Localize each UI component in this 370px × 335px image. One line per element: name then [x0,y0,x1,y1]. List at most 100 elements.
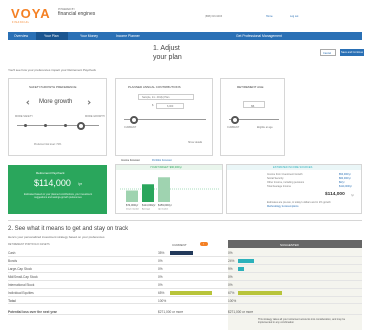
adjust-title-line1: 1. Adjust [153,45,180,52]
income-source-label: Other Income, including pensions [267,181,305,184]
asset-name: Mid/Small-Cap Stock [8,275,38,279]
contribution-amount: 6,000 [167,105,174,108]
asset-suggested-percent: 9% [228,267,233,271]
alert-badge[interactable]: ! [200,242,208,246]
tab-overview[interactable]: Overview [14,34,28,38]
asset-current-percent: 0% [158,259,163,263]
contrib-header: PLANNED ANNUAL CONTRIBUTIONS [128,85,181,89]
plan-select-label: Sample, Inc. 401(k) Plan [142,96,170,99]
asset-name: Large-Cap Stock [8,267,32,271]
asset-row: Mid/Small-Cap Stock 0% 0% [8,274,362,281]
asset-row: International Stock 0% 0% [8,282,362,289]
contrib-slider-handle[interactable] [129,115,138,124]
growth-tick [24,124,27,127]
row-divider [8,264,362,265]
asset-current-percent: 65% [158,291,165,295]
current-column-header: CURRENT [172,243,187,247]
track-subtitle: Here's your personalized investment stra… [8,235,105,239]
methodology-link[interactable]: Methodology & Assumptions [267,205,299,208]
growth-value: More growth [39,99,73,105]
age-header: RETIREMENT AGE [237,85,264,89]
growth-right-label: MORE GROWTH [85,115,105,118]
age-slider-handle[interactable] [231,115,239,124]
income-source-value: $54,000/yr [339,173,351,176]
suggested-allocation-bar [238,291,282,295]
income-source-label: Income from Investment Growth [267,173,303,176]
forecast-chart: $74,000/yrDown market$114,000/yrAverage $… [120,177,220,211]
tab-your-plan[interactable]: Your Plan [44,34,59,38]
forecast-bar-label: $114,000/yr [142,203,156,207]
paycheck-amount: $114,000 [34,178,71,188]
suggested-column-header: SUGGESTED [280,243,299,247]
tab-income-forecast[interactable]: Income Forecast [121,159,140,162]
contribution-amount-input[interactable]: 6,000 [156,103,184,109]
growth-tick [44,124,47,127]
suggested-allocation-bar [238,267,244,271]
retirement-age-input[interactable]: 66 [243,101,265,108]
income-source-label: Total Average Income [267,185,291,188]
save-continue-button[interactable]: Save and Continue [340,49,364,56]
forecast-bar[interactable] [158,177,170,202]
row-divider [8,288,362,289]
track-title: 2. See what it means to get and stay on … [8,226,129,232]
main-nav: Overview Your Plan Your Money Income Pla… [8,32,362,40]
asset-suggested-percent: 0% [228,251,233,255]
asset-current-percent: 0% [158,267,163,271]
tab-your-money[interactable]: Your Money [80,34,98,38]
dollar-sign: $ [152,104,154,107]
asset-current-percent: 0% [158,275,163,279]
portfolio-table-header: RETIREMENT PORTFOLIO ASSETS CURRENT ! SU… [8,240,362,248]
plan-select[interactable]: Sample, Inc. 401(k) Plan [138,94,194,100]
asset-row: Cash 35% 0% [8,250,362,257]
chevron-left-icon[interactable] [26,100,31,105]
voya-logo-sub: FINANCIAL [12,21,30,24]
forecast-bar[interactable] [142,184,154,202]
voya-logo[interactable]: VOYA [11,6,51,21]
asset-row: Bonds 0% 24% [8,258,362,265]
paycheck-header: Retirement Paycheck [36,171,65,175]
income-source-value: $0/yr [339,181,345,184]
header-link-logout[interactable]: Log out [290,15,298,18]
forecast-bar-label: $74,000/yr [126,203,138,207]
row-divider [8,296,362,297]
asset-row: Large-Cap Stock 0% 9% [8,266,362,273]
get-professional-management-link[interactable]: Get Professional Management [236,34,282,38]
partner-name: financial engines [58,11,96,17]
top-header: VOYA FINANCIAL POWERED BY financial engi… [0,0,370,30]
current-allocation-bar [170,251,193,255]
retirement-paycheck-panel: Retirement Paycheck $114,000 /yr Estimat… [8,165,107,214]
forecast-bar[interactable] [126,190,138,202]
income-source-value: $60,000/yr [339,177,351,180]
growth-left-label: MORE SAFETY [15,115,33,118]
save-continue-label: Save and Continue [341,50,364,54]
sources-note: Estimates are pre-tax, in today's dollar… [267,201,331,204]
income-sources-panel: ESTIMATED INCOME SOURCES Income from Inv… [226,164,362,214]
potential-loss-row: Potential loss over the next year $271,0… [8,309,362,315]
assets-column-header: RETIREMENT PORTFOLIO ASSETS [8,243,50,246]
header-link-home[interactable]: Home [266,15,273,18]
asset-current-percent: 35% [158,251,165,255]
age-left-label: CURRENT [227,126,240,129]
asset-suggested-percent: 24% [228,259,235,263]
growth-note: Preferred risk level: 72% [34,143,62,146]
retirement-age-value: 66 [251,103,255,108]
growth-slider-handle[interactable] [76,121,85,130]
show-details-link[interactable]: Show details [188,141,202,144]
cancel-button[interactable]: Cancel [320,49,336,56]
sources-header: ESTIMATED INCOME SOURCES [273,166,313,169]
income-forecast-panel: YOUR TARGET: $96,000/yr $74,000/yr Down m… [115,164,223,214]
adjust-intro: You'll see how your preferences impact y… [8,68,97,72]
growth-slider-track[interactable] [17,125,99,126]
tab-income-planner[interactable]: Income Planner [116,34,140,38]
contributions-panel: PLANNED ANNUAL CONTRIBUTIONS Sample, Inc… [115,78,213,156]
growth-preference-panel: SAFETY/GROWTH PREFERENCE More growth MOR… [8,78,107,156]
alert-badge-label: ! [203,242,204,246]
forecast-bar-sub: Down market [126,208,139,211]
asset-suggested-percent: 0% [228,283,233,287]
sources-total: $114,000 [325,192,345,197]
tab-portfolio-forecast[interactable]: Portfolio Forecast [152,159,172,162]
row-divider [8,280,362,281]
forecast-bar-sub: Up market [158,208,168,211]
chevron-right-icon[interactable] [86,100,91,105]
asset-row: Individual Equities 65% 67% [8,290,362,297]
